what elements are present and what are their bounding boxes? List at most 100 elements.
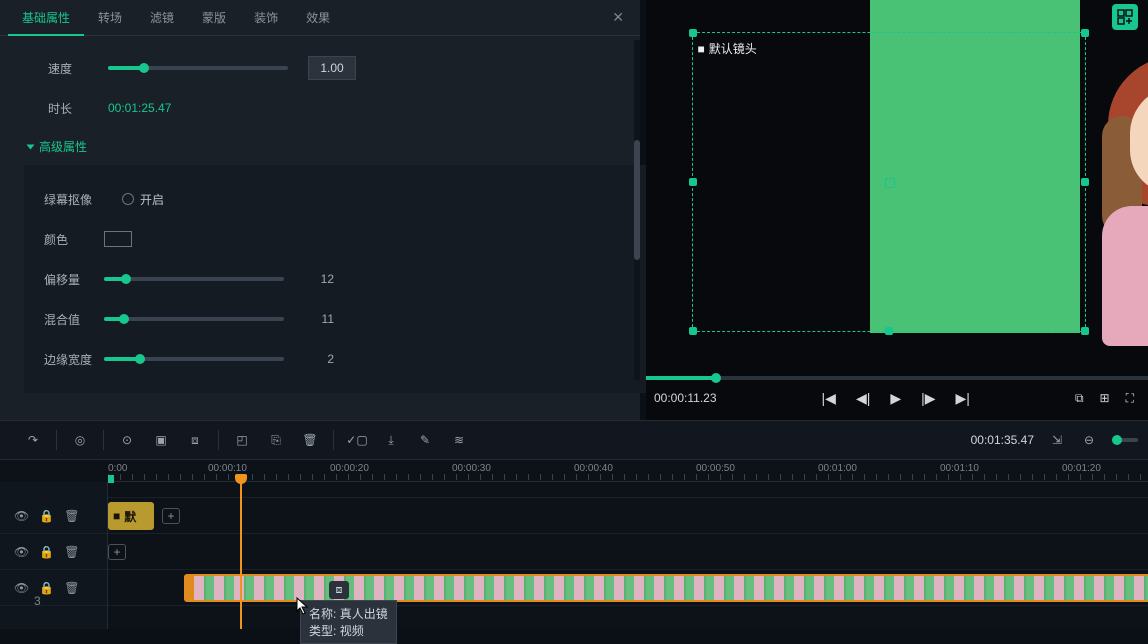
advanced-box: 绿幕抠像 开启 颜色 偏移量 12 混合值 11 边缘宽度 2: [24, 165, 656, 393]
tab-basic[interactable]: 基础属性: [8, 0, 84, 36]
chroma-toggle-label: 开启: [140, 191, 164, 208]
ruler-tick: 00:00:10: [208, 463, 247, 474]
track-2[interactable]: +: [108, 534, 1148, 570]
fit-button[interactable]: ⇲: [1048, 431, 1066, 449]
ruler-tick: 00:01:10: [940, 463, 979, 474]
chroma-label: 绿幕抠像: [44, 191, 104, 208]
split-clip-button[interactable]: ⧈: [186, 431, 204, 449]
playback-controls: 00:00:11.23 |◀ ◀| ▶ |▶ ▶| ⧉ ⊞ ⛶: [646, 384, 1148, 412]
next-clip-button[interactable]: ▶|: [956, 390, 970, 407]
current-time: 00:00:11.23: [654, 391, 717, 405]
delete-track-button[interactable]: 🗑: [64, 581, 79, 595]
ruler-tick: 00:00:30: [452, 463, 491, 474]
layers-button[interactable]: ≋: [450, 431, 468, 449]
lock-toggle[interactable]: 🔒: [39, 509, 54, 523]
grid-button[interactable]: ⊞: [1100, 391, 1110, 406]
target-button[interactable]: ◎: [71, 431, 89, 449]
speed-slider[interactable]: [108, 66, 288, 70]
edge-label: 边缘宽度: [44, 351, 104, 368]
camera-label: ■ 默认镜头: [698, 40, 757, 57]
offset-value: 12: [304, 272, 334, 286]
export-button[interactable]: ⤓: [382, 431, 400, 449]
blend-label: 混合值: [44, 311, 104, 328]
marker-lane[interactable]: [108, 482, 1148, 498]
properties-panel: 基础属性 转场 滤镜 蒙版 装饰 效果 ✕ 速度 1.00 时长 00:01:2…: [0, 0, 640, 420]
close-panel-button[interactable]: ✕: [604, 9, 632, 26]
duration-label: 时长: [48, 100, 108, 117]
preview-canvas[interactable]: ■ 默认镜头: [670, 0, 1125, 360]
tooltip-name-value: 真人出镜: [340, 607, 388, 621]
zoom-out-button[interactable]: ⊖: [1080, 431, 1098, 449]
next-frame-button[interactable]: |▶: [921, 390, 935, 407]
delete-track-button[interactable]: 🗑: [64, 545, 79, 559]
property-body: 速度 1.00 时长 00:01:25.47 高级属性 绿幕抠像 开启 颜色 偏…: [0, 36, 640, 405]
visibility-toggle[interactable]: 👁: [14, 581, 29, 595]
mark-in-button[interactable]: ⊙: [118, 431, 136, 449]
speed-label: 速度: [48, 60, 108, 77]
clip-camera[interactable]: ■ 默: [108, 502, 154, 530]
offset-slider[interactable]: [104, 277, 284, 281]
track-headers: 👁 🔒 🗑 👁 🔒 🗑 👁 🔒 🗑: [0, 482, 108, 629]
lock-toggle[interactable]: 🔒: [39, 545, 54, 559]
preview-panel: ■ 默认镜头 00:00:11.23 |◀ ◀| ▶ |▶ ▶| ⧉ ⊞ ⛶: [646, 0, 1148, 420]
play-button[interactable]: ▶: [890, 390, 901, 407]
redo-button[interactable]: ↶: [24, 431, 42, 449]
ruler-tick: 0:00: [108, 463, 127, 474]
track-header-1: 👁 🔒 🗑: [0, 498, 107, 534]
fullscreen-button[interactable]: ⛶: [1126, 391, 1134, 406]
speed-value[interactable]: 1.00: [308, 56, 356, 80]
clip-add-handle[interactable]: +: [162, 508, 180, 524]
camera-icon: ■: [698, 42, 705, 56]
track-header-3: 👁 🔒 🗑: [0, 570, 107, 606]
ruler-tick: 00:00:50: [696, 463, 735, 474]
clip-video-main[interactable]: ⧈: [184, 574, 1148, 602]
blend-slider[interactable]: [104, 317, 284, 321]
image-button[interactable]: ✓▢: [348, 431, 366, 449]
edge-slider[interactable]: [104, 357, 284, 361]
track-3[interactable]: ⧈: [108, 570, 1148, 606]
track-1[interactable]: ■ 默 +: [108, 498, 1148, 534]
color-swatch[interactable]: [104, 231, 132, 247]
camera-label-text: 默认镜头: [709, 40, 757, 57]
chroma-toggle[interactable]: 开启: [122, 191, 164, 208]
color-label: 颜色: [44, 231, 104, 248]
property-tabs: 基础属性 转场 滤镜 蒙版 装饰 效果 ✕: [0, 0, 640, 36]
tab-decorate[interactable]: 装饰: [240, 0, 292, 36]
tab-transition[interactable]: 转场: [84, 0, 136, 36]
tab-filter[interactable]: 滤镜: [136, 0, 188, 36]
offset-label: 偏移量: [44, 271, 104, 288]
delete-button[interactable]: 🗑: [301, 431, 319, 449]
playhead[interactable]: [240, 482, 242, 629]
preview-progress[interactable]: [646, 376, 1148, 380]
visibility-toggle[interactable]: 👁: [14, 545, 29, 559]
tooltip-name-label: 名称:: [309, 607, 336, 621]
track-header-2: 👁 🔒 🗑: [0, 534, 107, 570]
selection-box[interactable]: [692, 32, 1086, 332]
ruler-tick: 00:00:40: [574, 463, 613, 474]
clip-split-button[interactable]: ⧈: [329, 581, 349, 599]
snapshot-button[interactable]: ⧉: [1075, 391, 1084, 406]
prev-frame-button[interactable]: ◀|: [856, 390, 870, 407]
zoom-slider[interactable]: [1112, 438, 1138, 442]
edit-button[interactable]: ✎: [416, 431, 434, 449]
duration-value: 00:01:25.47: [108, 101, 171, 115]
timeline-toolbar: ↶ ◎ ⊙ ▣ ⧈ ◰ ⎘ 🗑 ✓▢ ⤓ ✎ ≋ 00:01:35.47 ⇲ ⊖: [0, 420, 1148, 460]
copy-button[interactable]: ⎘: [267, 431, 285, 449]
time-ruler[interactable]: 0:00 00:00:10 00:00:20 00:00:30 00:00:40…: [108, 460, 1148, 482]
lock-toggle[interactable]: 🔒: [39, 581, 54, 595]
ruler-tick: 00:01:00: [818, 463, 857, 474]
clip-add-handle[interactable]: +: [108, 544, 126, 560]
tab-mask[interactable]: 蒙版: [188, 0, 240, 36]
scrollbar-thumb[interactable]: [634, 140, 640, 260]
crop-button[interactable]: ◰: [233, 431, 251, 449]
mouse-cursor: [296, 597, 310, 613]
mark-out-button[interactable]: ▣: [152, 431, 170, 449]
timeline-panel: 0:00 00:00:10 00:00:20 00:00:30 00:00:40…: [0, 460, 1148, 629]
delete-track-button[interactable]: 🗑: [64, 509, 79, 523]
visibility-toggle[interactable]: 👁: [14, 509, 29, 523]
clip-label: 默: [124, 508, 136, 525]
tab-effect[interactable]: 效果: [292, 0, 344, 36]
prev-clip-button[interactable]: |◀: [822, 390, 836, 407]
advanced-section-header[interactable]: 高级属性: [28, 138, 616, 155]
ruler-tick: 00:01:20: [1062, 463, 1101, 474]
